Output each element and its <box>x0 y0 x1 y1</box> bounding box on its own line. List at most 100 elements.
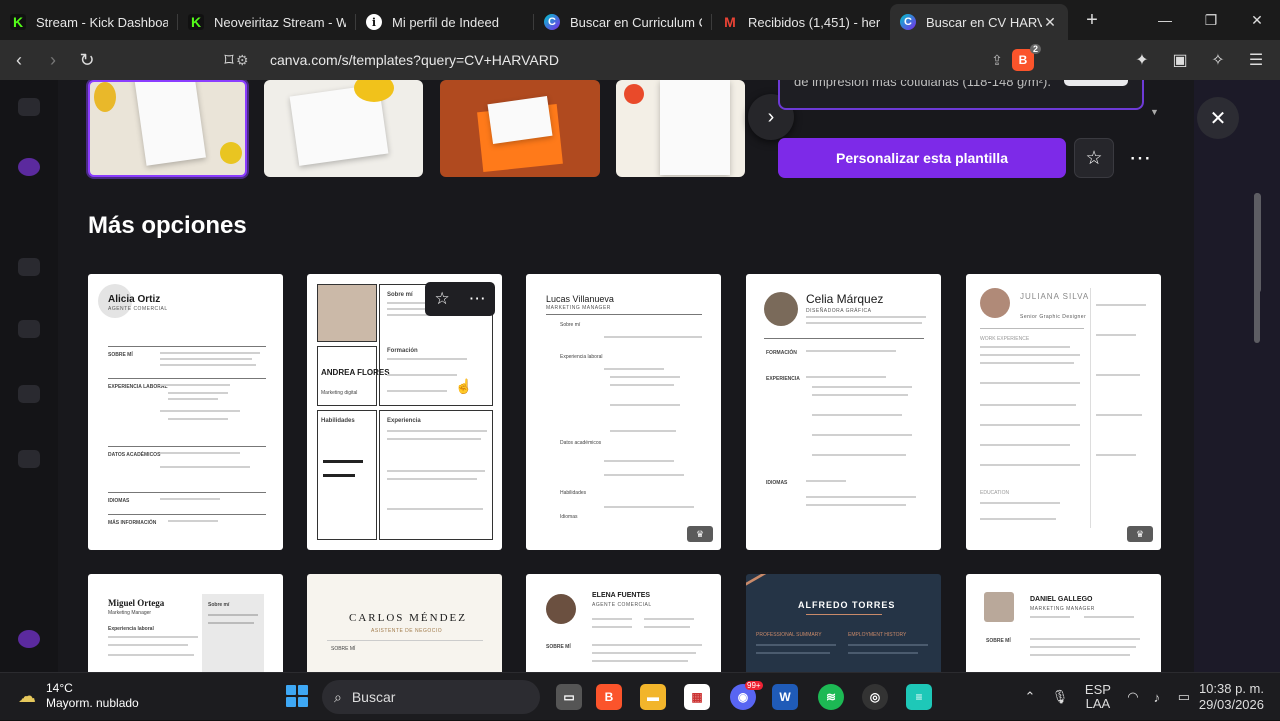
tab-kick-dashboard[interactable]: K Stream - Kick Dashboard <box>0 6 178 38</box>
section-label: DATOS ACADÉMICOS <box>108 452 161 458</box>
section-label: Sobre mí <box>208 602 230 608</box>
more-icon[interactable]: ⋯ <box>469 289 486 309</box>
microphone-icon[interactable]: 🎙 <box>1045 689 1075 705</box>
divider <box>806 614 882 615</box>
language-indicator[interactable]: ESP LAA <box>1075 683 1121 711</box>
obs-icon[interactable]: ◎ <box>862 684 888 710</box>
restore-icon[interactable]: ❐ <box>1188 0 1234 40</box>
star-favorite-button[interactable]: ☆ <box>1074 138 1114 178</box>
tab-indeed[interactable]: i Mi perfil de Indeed <box>356 6 534 38</box>
template-card[interactable]: JULIANA SILVA Senior Graphic Designer WO… <box>966 274 1161 550</box>
url-text[interactable]: canva.com/s/templates?query=CV+HARVARD <box>270 52 982 68</box>
battery-icon[interactable]: ▭ <box>1169 689 1199 705</box>
word-icon[interactable]: W <box>772 684 798 710</box>
divider <box>108 378 266 379</box>
template-card[interactable]: ALFREDO TORRES PROFESSIONAL SUMMARY EMPL… <box>746 574 941 672</box>
template-name: Miguel Ortega <box>108 598 165 608</box>
text-line <box>387 478 477 480</box>
text-line <box>1096 334 1136 336</box>
preview-thumbnail[interactable] <box>264 80 423 177</box>
snipping-tool-icon[interactable]: ▦ <box>684 684 710 710</box>
text-line <box>160 352 260 354</box>
browser-actions: ✦ ▣ ✧ ☰ <box>1126 45 1272 75</box>
rail-icon <box>18 158 40 176</box>
text-line <box>980 502 1060 504</box>
text-line <box>812 386 912 388</box>
notepad-icon[interactable]: ≡ <box>906 684 932 710</box>
section-heading: Más opciones <box>88 212 247 239</box>
extensions-icon[interactable]: ✦ <box>1126 45 1158 75</box>
profile-photo <box>984 592 1014 622</box>
task-view-icon[interactable]: ▭ <box>556 684 582 710</box>
divider <box>108 514 266 515</box>
preview-thumbnail[interactable] <box>88 80 247 177</box>
spotify-icon[interactable]: ≋ <box>818 684 844 710</box>
template-card[interactable]: Celia Márquez DISEÑADORA GRÁFICA FORMACI… <box>746 274 941 550</box>
chevron-down-icon[interactable]: ▼ <box>1150 107 1159 117</box>
tab-gmail[interactable]: M Recibidos (1,451) - hern <box>712 6 890 38</box>
template-card[interactable]: ANDREA FLORES Marketing digital Sobre mí… <box>307 274 502 550</box>
template-card[interactable]: ELENA FUENTES AGENTE COMERCIAL SOBRE MÍ <box>526 574 721 672</box>
weather-widget[interactable]: ☁ 14°C Mayorm. nublado <box>18 681 139 711</box>
tab-canva-curriculum[interactable]: C Buscar en Curriculum CV <box>534 6 712 38</box>
site-settings-icon[interactable]: ⚙ <box>236 52 258 69</box>
minimize-icon[interactable]: — <box>1142 0 1188 40</box>
template-card[interactable]: Lucas Villanueva MARKETING MANAGER Sobre… <box>526 274 721 550</box>
new-tab-button[interactable]: + <box>1074 9 1110 32</box>
customize-template-button[interactable]: Personalizar esta plantilla <box>778 138 1066 178</box>
canva-icon: C <box>900 14 916 30</box>
text-line <box>806 496 916 498</box>
template-card[interactable]: Miguel Ortega Marketing Manager Experien… <box>88 574 283 672</box>
text-line <box>387 438 481 440</box>
text-line <box>1030 616 1070 618</box>
rail-icon <box>18 98 40 116</box>
tab-canva-harvard[interactable]: C Buscar en CV HARVA ✕ <box>890 4 1068 40</box>
preview-thumbnail[interactable] <box>440 80 600 177</box>
volume-icon[interactable]: ♪ <box>1145 690 1169 705</box>
clock[interactable]: 10:38 p. m. 29/03/2026 <box>1199 681 1280 713</box>
taskbar-search[interactable]: ⌕ Buscar <box>322 680 540 714</box>
leo-ai-icon[interactable]: ✧ <box>1202 45 1234 75</box>
text-line <box>160 410 240 412</box>
section-label: Datos académicos <box>560 440 602 446</box>
page-scrollbar[interactable] <box>1254 193 1260 343</box>
chevron-up-icon[interactable]: ⌃ <box>1015 689 1045 705</box>
back-icon[interactable]: ‹ <box>4 45 34 75</box>
text-line <box>160 364 256 366</box>
template-card[interactable]: Alicia Ortiz AGENTE COMERCIAL SOBRE MÍ E… <box>88 274 283 550</box>
wifi-icon[interactable]: ◠ <box>1121 689 1145 705</box>
brave-browser-icon[interactable]: B <box>596 684 622 710</box>
text-line <box>1030 646 1136 648</box>
profile-photo <box>546 594 576 624</box>
section-label: Experiencia laboral <box>108 626 154 632</box>
close-window-icon[interactable]: ✕ <box>1234 0 1280 40</box>
tab-title: Stream - Kick Dashboard <box>36 14 168 30</box>
more-options-button[interactable]: ⋯ <box>1120 138 1160 178</box>
wallet-icon[interactable]: ▣ <box>1164 45 1196 75</box>
close-tab-icon[interactable]: ✕ <box>1042 14 1058 31</box>
text-line <box>610 430 676 432</box>
template-name: JULIANA SILVA <box>1020 292 1090 301</box>
address-bar[interactable]: ⚙ canva.com/s/templates?query=CV+HARVARD… <box>236 44 1046 75</box>
brave-shield-icon[interactable]: B2 <box>1012 44 1041 71</box>
start-button[interactable] <box>286 685 308 707</box>
template-card[interactable]: CARLOS MÉNDEZ ASISTENTE DE NEGOCIO SOBRE… <box>307 574 502 672</box>
star-icon[interactable]: ☆ <box>434 289 449 309</box>
preview-thumbnail[interactable] <box>616 80 745 177</box>
file-explorer-icon[interactable]: ▬ <box>640 684 666 710</box>
menu-icon[interactable]: ☰ <box>1240 45 1272 75</box>
decor-image <box>220 142 242 164</box>
section-label: Experiencia laboral <box>560 354 603 360</box>
text-line <box>980 346 1070 348</box>
section-label: EXPERIENCIA <box>766 376 800 382</box>
forward-icon[interactable]: › <box>38 45 68 75</box>
text-line <box>387 358 467 360</box>
share-icon[interactable]: ⇪ <box>982 52 1012 69</box>
text-line <box>387 508 483 510</box>
section-label: Experiencia <box>387 418 421 424</box>
tab-kick-stream[interactable]: K Neoveiritaz Stream - Wa <box>178 6 356 38</box>
template-card[interactable]: DANIEL GALLEGO MARKETING MANAGER SOBRE M… <box>966 574 1161 672</box>
reload-icon[interactable]: ↻ <box>72 45 102 75</box>
close-modal-button[interactable]: ✕ <box>1197 97 1239 139</box>
kick-icon: K <box>188 14 204 30</box>
